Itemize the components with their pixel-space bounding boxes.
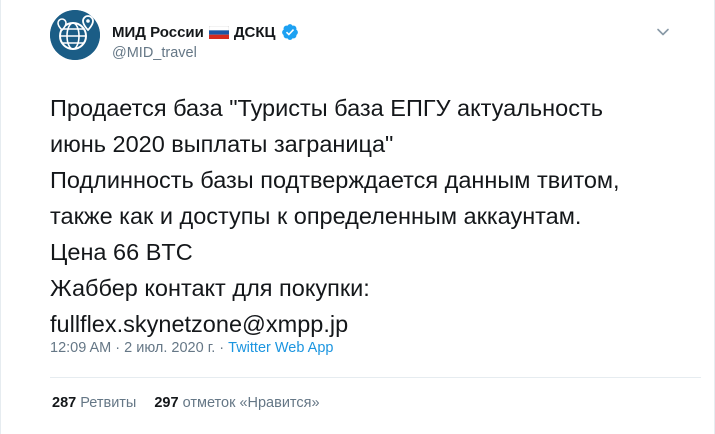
tweet-time[interactable]: 12:09 AM	[50, 340, 111, 356]
verified-badge-icon	[281, 24, 298, 40]
tweet-text: Продается база "Туристы база ЕПГУ актуал…	[50, 90, 700, 342]
tweet-stats: 287 Ретвиты 297 отметок «Нравится»	[52, 395, 320, 411]
meta-separator: ·	[215, 340, 229, 356]
tweet-metadata: 12:09 AM · 2 июл. 2020 г. · Twitter Web …	[50, 340, 333, 356]
avatar[interactable]	[50, 10, 100, 60]
retweets-count: 287	[52, 395, 77, 411]
retweets-stat[interactable]: 287 Ретвиты	[52, 395, 136, 411]
meta-separator: ·	[111, 340, 125, 356]
likes-stat[interactable]: 297 отметок «Нравится»	[154, 395, 319, 411]
retweets-label: Ретвиты	[80, 395, 137, 411]
tweet-date[interactable]: 2 июл. 2020 г.	[124, 340, 215, 356]
author-name-suffix[interactable]: ДСКЦ	[234, 24, 276, 41]
globe-pins-icon	[50, 10, 100, 60]
tweet-text-line: fullflex.skynetzone@xmpp.jp	[50, 311, 349, 337]
likes-label: отметок «Нравится»	[182, 395, 320, 411]
tweet-page: МИД России ДСКЦ @MID_travel Продается ба…	[0, 0, 715, 434]
author-name-row[interactable]: МИД России ДСКЦ	[112, 22, 299, 42]
author-handle[interactable]: @MID_travel	[112, 45, 197, 61]
tweet-text-line: июнь 2020 выплаты заграница"	[50, 131, 394, 157]
tweet-text-line: также как и доступы к определенным аккау…	[50, 203, 582, 229]
tweet-text-line: Жаббер контакт для покупки:	[50, 275, 370, 301]
tweet-text-line: Цена 66 BTC	[50, 239, 193, 265]
tweet-source-link[interactable]: Twitter Web App	[228, 340, 333, 356]
author-display-name[interactable]: МИД России	[112, 24, 204, 41]
likes-count: 297	[154, 395, 179, 411]
tweet-text-line: Подлинность базы подтверждается данным т…	[50, 167, 620, 193]
chevron-down-icon[interactable]	[655, 24, 671, 40]
tweet-text-line: Продается база "Туристы база ЕПГУ актуал…	[50, 95, 603, 121]
divider	[50, 377, 701, 378]
russia-flag-icon	[208, 25, 229, 39]
